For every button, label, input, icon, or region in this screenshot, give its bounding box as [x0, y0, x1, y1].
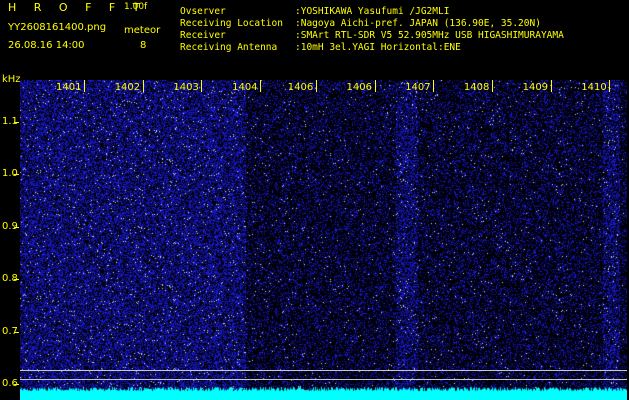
app-version: 1.00f — [124, 2, 148, 12]
info-row-receiver: Receiver :SMArt RTL-SDR V5 52.905MHz USB … — [180, 30, 564, 41]
spectrogram-plot[interactable] — [20, 80, 627, 400]
info-key: Receiver — [180, 30, 226, 41]
x-tick-label: 1402 — [114, 82, 141, 93]
x-tick-mark — [374, 80, 376, 92]
info-key: Receiving Location — [180, 18, 283, 29]
y-tick-mark — [14, 279, 19, 281]
x-tick-mark — [609, 80, 611, 92]
x-tick-mark — [260, 80, 262, 92]
y-tick-mark — [14, 121, 19, 123]
y-tick-mark — [14, 226, 19, 228]
info-key: Ovserver — [180, 6, 226, 17]
x-tick-mark — [315, 80, 317, 92]
x-tick-label: 1401 — [56, 82, 82, 93]
x-tick-label: 1410 — [581, 82, 607, 93]
info-key: Receiving Antenna — [180, 42, 278, 53]
x-tick-label: 1406 — [346, 82, 372, 93]
x-tick-mark — [550, 80, 552, 92]
x-tick-label: 1403 — [173, 82, 199, 93]
y-tick-mark — [14, 174, 19, 176]
info-value: :SMArt RTL-SDR V5 52.905MHz USB HIGASHIM… — [295, 30, 564, 41]
x-tick-mark — [491, 80, 493, 92]
image-filename: YY2608161400.png — [8, 22, 107, 33]
meteor-label: meteor — [124, 25, 161, 36]
x-tick-label: 1406 — [287, 82, 314, 93]
info-value: :YOSHIKAWA Yasufumi /JG2MLI — [295, 6, 450, 17]
y-tick-mark — [14, 331, 19, 333]
x-tick-mark — [142, 80, 144, 92]
y-axis-unit: kHz — [2, 74, 21, 85]
reference-line-lower — [20, 379, 627, 380]
x-tick-label: 1408 — [463, 82, 490, 93]
meteor-count: 8 — [140, 40, 147, 51]
x-tick-mark — [201, 80, 203, 92]
capture-datetime: 26.08.16 14:00 — [8, 40, 85, 51]
info-value: :10mH 3el.YAGI Horizontal:ENE — [295, 42, 461, 53]
info-row-observer: Ovserver :YOSHIKAWA Yasufumi /JG2MLI — [180, 6, 449, 17]
x-tick-label: 1404 — [232, 82, 258, 93]
y-tick-mark — [14, 384, 19, 386]
info-row-location: Receiving Location :Nagoya Aichi-pref. JA… — [180, 18, 541, 29]
x-tick-label: 1407 — [405, 82, 431, 93]
info-value: :Nagoya Aichi-pref. JAPAN (136.90E, 35.2… — [295, 18, 541, 29]
reference-line-upper — [20, 370, 627, 371]
x-tick-mark — [433, 80, 435, 92]
x-tick-label: 1409 — [522, 82, 549, 93]
x-tick-mark — [84, 80, 85, 92]
info-row-antenna: Receiving Antenna :10mH 3el.YAGI Horizont… — [180, 42, 461, 53]
